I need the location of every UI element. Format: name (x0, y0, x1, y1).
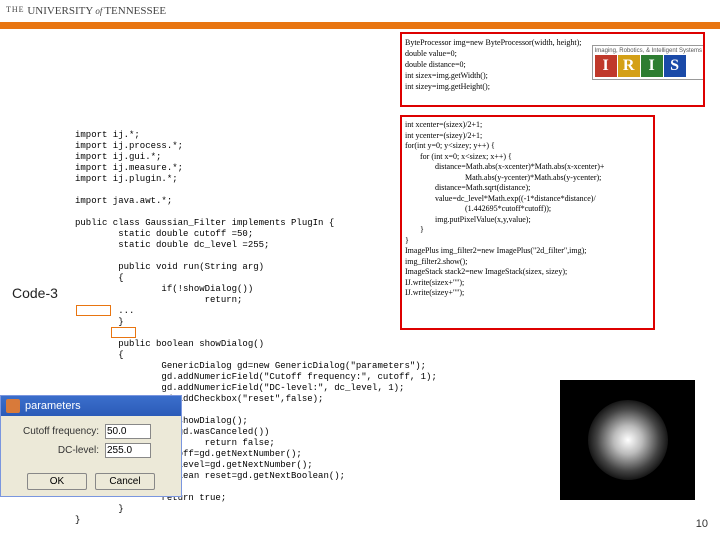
cancel-button[interactable]: Cancel (95, 473, 155, 490)
cutoff-row: Cutoff frequency: (9, 424, 173, 439)
dclevel-input[interactable] (105, 443, 151, 458)
code-line: } (405, 236, 650, 247)
logo-the: THE (6, 5, 25, 14)
code-line: Math.abs(y-ycenter)*Math.abs(y-ycenter); (405, 173, 650, 184)
code-line: double distance=0; (405, 59, 700, 70)
ok-button[interactable]: OK (27, 473, 87, 490)
code-line: ImageStack stack2=new ImageStack(sizex, … (405, 267, 650, 278)
page-number: 10 (696, 518, 708, 530)
code-line: distance=Math.sqrt(distance); (405, 183, 650, 194)
java-icon (6, 399, 20, 413)
code-snippet-box-2: int xcenter=(sizex)/2+1; int ycenter=(si… (400, 115, 655, 330)
code-line: img.putPixelValue(x,y,value); (405, 215, 650, 226)
code-line: IJ.write(sizex+""); (405, 278, 650, 289)
code-line: double value=0; (405, 48, 700, 59)
code-line: for(int y=0; y<sizey; y++) { (405, 141, 650, 152)
code-line: for (int x=0; x<sizex; x++) { (405, 152, 650, 163)
code-label: Code-3 (12, 285, 58, 301)
code-line: (1.442695*cutoff*cutoff)); (405, 204, 650, 215)
dclevel-row: DC-level: (9, 443, 173, 458)
dclevel-label: DC-level: (9, 445, 99, 456)
code-line: value=dc_level*Math.exp((-1*distance*dis… (405, 194, 650, 205)
code-line: int sizex=img.getWidth(); (405, 70, 700, 81)
code-line: distance=Math.abs(x-xcenter)*Math.abs(x-… (405, 162, 650, 173)
code-line: ByteProcessor img=new ByteProcessor(widt… (405, 37, 700, 48)
code-snippet-box-1: ByteProcessor img=new ByteProcessor(widt… (400, 32, 705, 107)
code-line: int xcenter=(sizex)/2+1; (405, 120, 650, 131)
logo-of: of (95, 6, 102, 16)
dialog-buttons: OK Cancel (1, 470, 181, 496)
code-line: } (405, 225, 650, 236)
gaussian-filter-preview (560, 380, 695, 500)
code-line: int ycenter=(sizey)/2+1; (405, 131, 650, 142)
cutoff-input[interactable] (105, 424, 151, 439)
dialog-title-text: parameters (25, 400, 81, 412)
highlight-box-1 (76, 305, 111, 316)
code-line: ImagePlus img_filter2=new ImagePlus("2d_… (405, 246, 650, 257)
code-line: int sizey=img.getHeight(); (405, 81, 700, 92)
highlight-box-2 (111, 327, 136, 338)
university-header: THE UNIVERSITYofTENNESSEE (0, 0, 720, 22)
code-line: IJ.write(sizey+""); (405, 288, 650, 299)
logo-tennessee: TENNESSEE (104, 5, 166, 17)
orange-divider (0, 22, 720, 29)
dialog-titlebar[interactable]: parameters (1, 396, 181, 416)
code-line: img_filter2.show(); (405, 257, 650, 268)
gaussian-blob (588, 400, 668, 480)
cutoff-label: Cutoff frequency: (9, 426, 99, 437)
logo-university: UNIVERSITY (27, 5, 93, 17)
parameters-dialog: parameters Cutoff frequency: DC-level: O… (0, 395, 182, 497)
ut-logo: THE UNIVERSITYofTENNESSEE (6, 5, 166, 17)
dialog-body: Cutoff frequency: DC-level: (1, 416, 181, 470)
